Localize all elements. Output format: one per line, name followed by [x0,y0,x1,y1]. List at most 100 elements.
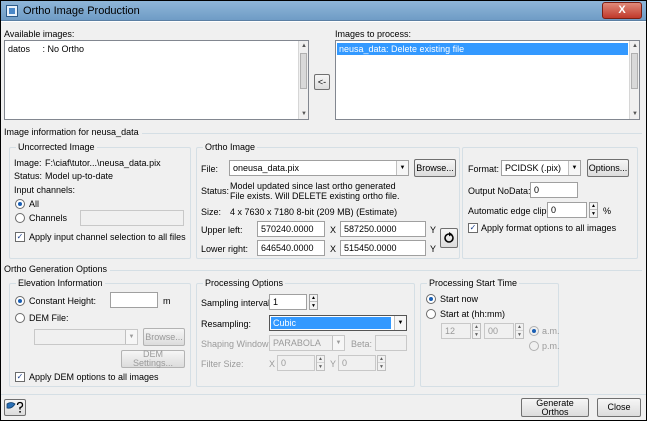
close-button[interactable]: Close [597,398,641,417]
spin-up-icon[interactable]: ▲ [310,295,317,302]
generate-orthos-button[interactable]: Generate Orthos [521,398,589,417]
button-bar: Generate Orthos Close [1,394,646,420]
scroll-down-icon[interactable]: ▼ [630,109,640,119]
ortho-status-line2: File exists. Will DELETE existing ortho … [230,191,400,201]
lower-right-label: Lower right: [201,244,249,254]
move-left-button[interactable]: <- [314,74,330,90]
height-unit: m [163,296,171,306]
hour-spinner[interactable]: ▲ ▼ [472,323,481,339]
apply-dem-checkbox[interactable]: ✓ [15,372,25,382]
help-button[interactable] [4,399,26,416]
chevron-down-icon[interactable]: ▼ [332,336,344,350]
upper-left-x-input[interactable]: 570240.0000 [257,221,325,237]
available-images-label: Available images: [4,29,75,39]
scroll-up-icon[interactable]: ▲ [299,41,309,51]
spin-up-icon[interactable]: ▲ [378,356,385,363]
apply-format-label: Apply format options to all images [481,223,617,233]
available-list-scrollbar[interactable]: ▲ ▼ [298,41,308,119]
ortho-file-dropdown[interactable]: oneusa_data.pix ▼ [229,160,409,176]
start-minute-input[interactable]: 00 [484,323,514,339]
edge-clip-input[interactable]: 0 [547,202,587,218]
chevron-down-icon[interactable]: ▼ [394,316,406,330]
percent-unit: % [603,206,612,216]
filter-y-spinner[interactable]: ▲ ▼ [377,355,386,371]
ortho-status-label: Status: [201,186,230,196]
list-item[interactable]: neusa_data: Delete existing file [337,43,628,55]
all-channels-radio[interactable] [15,199,25,209]
constant-height-radio[interactable] [15,296,25,306]
apply-dem-label: Apply DEM options to all images [29,372,159,382]
spin-down-icon[interactable]: ▼ [378,363,385,370]
spin-down-icon[interactable]: ▼ [590,210,597,217]
pm-label: p.m. [542,341,560,351]
spin-down-icon[interactable]: ▼ [310,302,317,309]
constant-height-input[interactable] [110,292,158,308]
group-title: Ortho Image [203,142,258,152]
lower-right-y-input[interactable]: 515450.0000 [340,240,426,256]
edge-clip-spinner[interactable]: ▲ ▼ [589,202,598,218]
spin-down-icon[interactable]: ▼ [317,363,324,370]
spin-down-icon[interactable]: ▼ [473,331,480,338]
spin-up-icon[interactable]: ▲ [516,324,523,331]
channels-input[interactable] [80,210,184,226]
pm-radio[interactable] [529,341,539,351]
spin-up-icon[interactable]: ▲ [317,356,324,363]
apply-channels-label: Apply input channel selection to all fil… [29,232,186,242]
chevron-down-icon[interactable]: ▼ [568,161,580,175]
dem-file-dropdown[interactable]: ▼ [34,329,138,345]
group-title: Elevation Information [16,278,105,288]
am-label: a.m. [542,326,560,336]
spin-down-icon[interactable]: ▼ [516,331,523,338]
am-radio[interactable] [529,326,539,336]
filter-y-input[interactable]: 0 [338,355,376,371]
start-now-radio[interactable] [426,294,436,304]
channels-radio[interactable] [15,213,25,223]
file-label: File: [201,164,219,174]
filter-x-input[interactable]: 0 [277,355,315,371]
start-hour-input[interactable]: 12 [441,323,471,339]
sampling-spinner[interactable]: ▲ ▼ [309,294,318,310]
start-at-radio[interactable] [426,309,436,319]
generation-options-title: Ortho Generation Options [4,264,111,274]
ortho-browse-button[interactable]: Browse... [414,159,456,177]
filter-x-spinner[interactable]: ▲ ▼ [316,355,325,371]
format-options-button[interactable]: Options... [587,159,629,177]
format-group: Format: PCIDSK (.pix) ▼ Options... Outpu… [462,147,638,259]
dem-settings-button[interactable]: DEM Settings... [121,350,185,368]
scroll-up-icon[interactable]: ▲ [630,41,640,51]
chevron-down-icon[interactable]: ▼ [396,161,408,175]
beta-input[interactable] [375,335,407,351]
format-dropdown[interactable]: PCIDSK (.pix) ▼ [501,160,581,176]
upper-left-y-input[interactable]: 587250.0000 [340,221,426,237]
available-images-list[interactable]: datos : No Ortho ▲ ▼ [4,40,309,120]
resampling-dropdown[interactable]: Cubic ▼ [269,315,407,331]
sampling-label: Sampling interval: [201,298,273,308]
window-close-button[interactable]: X [602,2,642,19]
scrollbar-thumb[interactable] [300,53,307,89]
chevron-down-icon[interactable]: ▼ [125,330,137,344]
dem-browse-button[interactable]: Browse... [143,328,185,346]
process-list-scrollbar[interactable]: ▲ ▼ [629,41,639,119]
lower-right-x-input[interactable]: 646540.0000 [257,240,325,256]
constant-height-label: Constant Height: [29,296,97,306]
app-icon [6,5,18,17]
list-item[interactable]: datos : No Ortho [8,44,84,54]
images-to-process-list[interactable]: neusa_data: Delete existing file ▲ ▼ [335,40,640,120]
shaping-dropdown[interactable]: PARABOLA ▼ [269,335,345,351]
group-title: Processing Options [203,278,286,288]
spin-up-icon[interactable]: ▲ [590,203,597,210]
start-now-label: Start now [440,294,479,304]
beta-label: Beta: [351,339,373,349]
scroll-down-icon[interactable]: ▼ [299,109,309,119]
nodata-input[interactable]: 0 [530,182,578,198]
minute-spinner[interactable]: ▲ ▼ [515,323,524,339]
apply-channels-checkbox[interactable]: ✓ [15,232,25,242]
apply-format-checkbox[interactable]: ✓ [468,223,478,233]
dem-file-radio[interactable] [15,313,25,323]
sampling-input[interactable]: 1 [269,294,307,310]
all-channels-label: All [29,199,40,209]
refresh-bounds-button[interactable] [440,228,458,248]
spin-up-icon[interactable]: ▲ [473,324,480,331]
scrollbar-thumb[interactable] [631,53,638,89]
filter-x-label: X [269,359,276,369]
